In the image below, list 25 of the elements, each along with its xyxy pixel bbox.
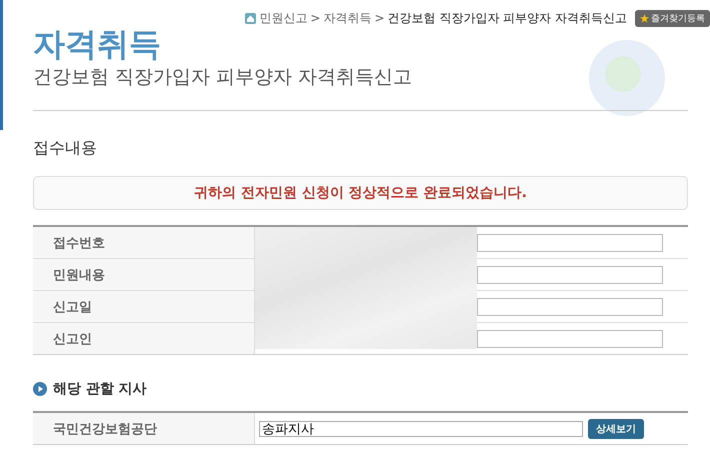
page-title: 자격취득 [33, 24, 162, 64]
breadcrumb-separator: > [374, 11, 385, 25]
breadcrumb-link[interactable]: 민원신고 [259, 10, 308, 26]
input-field[interactable] [477, 234, 663, 252]
section-title: 해당 관할 지사 [53, 380, 147, 398]
row-label: 국민건강보험공단 [33, 413, 255, 444]
row-label: 민원내용 [33, 259, 255, 290]
row-label: 접수번호 [33, 227, 255, 258]
details-button[interactable]: 상세보기 [588, 418, 644, 438]
input-field[interactable] [477, 298, 663, 316]
input-field[interactable] [477, 266, 663, 284]
input-field[interactable] [477, 330, 663, 348]
home-icon[interactable] [245, 12, 256, 24]
branch-field[interactable]: 송파지사 [259, 420, 583, 436]
bookmark-button[interactable]: 즐겨찾기등록 [635, 10, 710, 26]
page-subtitle: 건강보험 직장가입자 피부양자 자격취득신고 [33, 65, 414, 90]
section-title: 접수내용 [33, 137, 98, 159]
star-icon [640, 14, 649, 22]
breadcrumb-separator: > [310, 11, 320, 25]
row-label: 신고일 [33, 291, 255, 322]
breadcrumb-link[interactable]: 건강보험 직장가입자 피부양자 자격취득신고 [388, 10, 627, 26]
breadcrumb-link[interactable]: 자격취득 [323, 10, 372, 26]
completion-message: 귀하의 전자민원 신청이 정상적으로 완료되었습니다. [33, 176, 688, 210]
row-label: 신고인 [33, 323, 255, 354]
play-bullet-icon [33, 382, 47, 396]
